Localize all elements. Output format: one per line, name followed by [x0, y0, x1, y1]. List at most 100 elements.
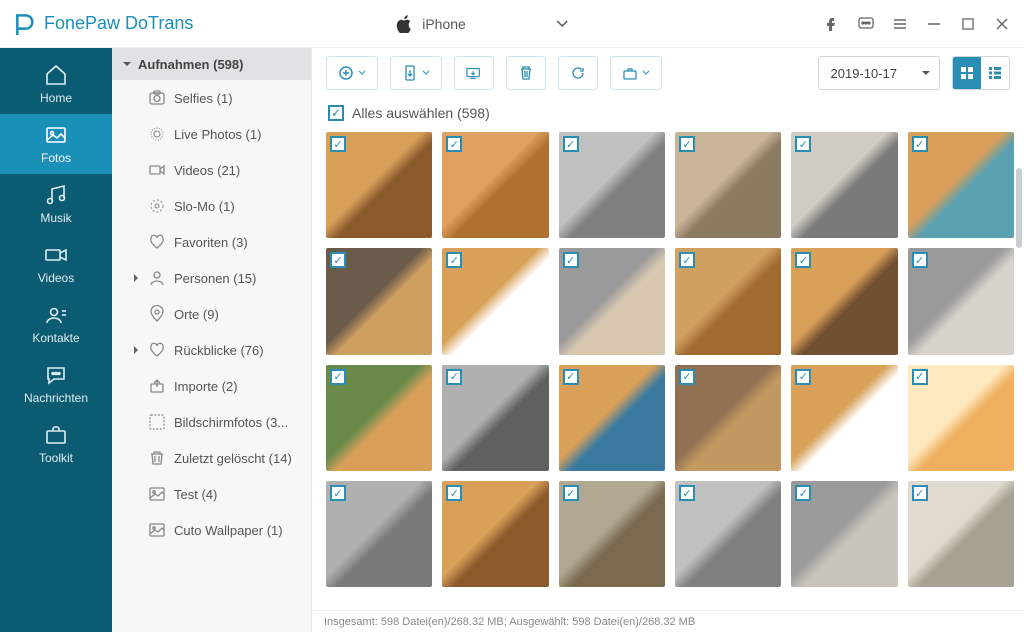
photo-thumbnail[interactable]: ✓ — [326, 132, 432, 238]
category-row[interactable]: Zuletzt gelöscht (14) — [112, 440, 311, 476]
thumbnail-checkbox[interactable]: ✓ — [795, 252, 811, 268]
photo-thumbnail[interactable]: ✓ — [791, 248, 897, 354]
thumbnail-checkbox[interactable]: ✓ — [795, 136, 811, 152]
music-icon — [44, 183, 68, 207]
maximize-icon[interactable] — [960, 16, 976, 32]
refresh-button[interactable] — [558, 56, 598, 90]
photo-thumbnail[interactable]: ✓ — [326, 365, 432, 471]
device-selector[interactable]: iPhone — [396, 15, 628, 33]
thumbnail-checkbox[interactable]: ✓ — [679, 136, 695, 152]
delete-button[interactable] — [506, 56, 546, 90]
feedback-icon[interactable] — [858, 16, 874, 32]
category-row[interactable]: Rückblicke (76) — [112, 332, 311, 368]
thumbnail-checkbox[interactable]: ✓ — [679, 252, 695, 268]
sidebar-item-fotos[interactable]: Fotos — [0, 114, 112, 174]
thumbnail-checkbox[interactable]: ✓ — [446, 252, 462, 268]
photo-thumbnail[interactable]: ✓ — [908, 132, 1014, 238]
photo-thumbnail[interactable]: ✓ — [442, 365, 548, 471]
category-row[interactable]: Importe (2) — [112, 368, 311, 404]
photo-thumbnail[interactable]: ✓ — [675, 365, 781, 471]
grid-view-button[interactable] — [953, 57, 981, 89]
sidebar-item-kontakte[interactable]: Kontakte — [0, 294, 112, 354]
sidebar-item-home[interactable]: Home — [0, 54, 112, 114]
select-all-row[interactable]: ✓ Alles auswählen (598) — [312, 98, 1024, 128]
category-row[interactable]: Cuto Wallpaper (1) — [112, 512, 311, 548]
category-row[interactable]: Videos (21) — [112, 152, 311, 188]
category-row[interactable]: Slo-Mo (1) — [112, 188, 311, 224]
thumbnail-checkbox[interactable]: ✓ — [330, 485, 346, 501]
category-row[interactable]: Personen (15) — [112, 260, 311, 296]
export-device-button[interactable] — [390, 56, 442, 90]
view-switcher — [952, 56, 1010, 90]
thumbnail-checkbox[interactable]: ✓ — [795, 369, 811, 385]
category-row[interactable]: Bildschirmfotos (3... — [112, 404, 311, 440]
caret-down-icon — [122, 59, 132, 69]
photo-thumbnail[interactable]: ✓ — [791, 365, 897, 471]
category-panel: Aufnahmen (598) Selfies (1)Live Photos (… — [112, 48, 312, 632]
category-header[interactable]: Aufnahmen (598) — [112, 48, 311, 80]
category-icon — [148, 521, 166, 539]
thumbnail-checkbox[interactable]: ✓ — [563, 136, 579, 152]
thumbnail-checkbox[interactable]: ✓ — [795, 485, 811, 501]
thumbnail-checkbox[interactable]: ✓ — [563, 252, 579, 268]
thumbnail-checkbox[interactable]: ✓ — [446, 136, 462, 152]
photo-thumbnail[interactable]: ✓ — [791, 481, 897, 587]
messages-icon — [44, 363, 68, 387]
sidebar-item-musik[interactable]: Musik — [0, 174, 112, 234]
thumbnail-checkbox[interactable]: ✓ — [330, 369, 346, 385]
add-button[interactable] — [326, 56, 378, 90]
list-view-button[interactable] — [981, 57, 1009, 89]
photo-thumbnail[interactable]: ✓ — [559, 365, 665, 471]
sidebar-item-toolkit[interactable]: Toolkit — [0, 414, 112, 474]
photo-grid: ✓ ✓ ✓ ✓ ✓ ✓ ✓ ✓ ✓ ✓ ✓ ✓ ✓ ✓ ✓ ✓ ✓ ✓ ✓ ✓ ✓ ✓ ✓ ✓ — [312, 128, 1024, 610]
photo-thumbnail[interactable]: ✓ — [675, 481, 781, 587]
sidebar-item-nachrichten[interactable]: Nachrichten — [0, 354, 112, 414]
thumbnail-checkbox[interactable]: ✓ — [912, 369, 928, 385]
thumbnail-checkbox[interactable]: ✓ — [679, 369, 695, 385]
photo-thumbnail[interactable]: ✓ — [791, 132, 897, 238]
close-icon[interactable] — [994, 16, 1010, 32]
thumbnail-checkbox[interactable]: ✓ — [446, 369, 462, 385]
photo-thumbnail[interactable]: ✓ — [442, 132, 548, 238]
thumbnail-checkbox[interactable]: ✓ — [679, 485, 695, 501]
photo-thumbnail[interactable]: ✓ — [326, 248, 432, 354]
thumbnail-checkbox[interactable]: ✓ — [563, 485, 579, 501]
category-row[interactable]: Test (4) — [112, 476, 311, 512]
facebook-icon[interactable] — [824, 16, 840, 32]
photo-thumbnail[interactable]: ✓ — [675, 132, 781, 238]
photo-thumbnail[interactable]: ✓ — [442, 248, 548, 354]
thumbnail-checkbox[interactable]: ✓ — [912, 485, 928, 501]
photo-thumbnail[interactable]: ✓ — [908, 365, 1014, 471]
photo-thumbnail[interactable]: ✓ — [559, 132, 665, 238]
category-icon — [148, 233, 166, 251]
photos-icon — [44, 123, 68, 147]
thumbnail-checkbox[interactable]: ✓ — [330, 252, 346, 268]
photo-thumbnail[interactable]: ✓ — [675, 248, 781, 354]
photo-thumbnail[interactable]: ✓ — [442, 481, 548, 587]
select-all-checkbox[interactable]: ✓ — [328, 105, 344, 121]
photo-thumbnail[interactable]: ✓ — [908, 481, 1014, 587]
export-pc-button[interactable] — [454, 56, 494, 90]
category-row[interactable]: Favoriten (3) — [112, 224, 311, 260]
photo-thumbnail[interactable]: ✓ — [326, 481, 432, 587]
thumbnail-checkbox[interactable]: ✓ — [563, 369, 579, 385]
thumbnail-checkbox[interactable]: ✓ — [912, 136, 928, 152]
home-icon — [44, 63, 68, 87]
scrollbar-thumb[interactable] — [1016, 168, 1022, 248]
category-row[interactable]: Selfies (1) — [112, 80, 311, 116]
thumbnail-checkbox[interactable]: ✓ — [330, 136, 346, 152]
toolbox-button[interactable] — [610, 56, 662, 90]
sidebar-item-videos[interactable]: Videos — [0, 234, 112, 294]
thumbnail-checkbox[interactable]: ✓ — [912, 252, 928, 268]
thumbnail-checkbox[interactable]: ✓ — [446, 485, 462, 501]
category-row[interactable]: Live Photos (1) — [112, 116, 311, 152]
photo-thumbnail[interactable]: ✓ — [908, 248, 1014, 354]
date-filter[interactable]: 2019-10-17 — [818, 56, 941, 90]
minimize-icon[interactable] — [926, 16, 942, 32]
photo-thumbnail[interactable]: ✓ — [559, 481, 665, 587]
category-icon — [148, 305, 166, 323]
menu-icon[interactable] — [892, 16, 908, 32]
sidebar-label: Toolkit — [39, 451, 73, 465]
photo-thumbnail[interactable]: ✓ — [559, 248, 665, 354]
category-row[interactable]: Orte (9) — [112, 296, 311, 332]
